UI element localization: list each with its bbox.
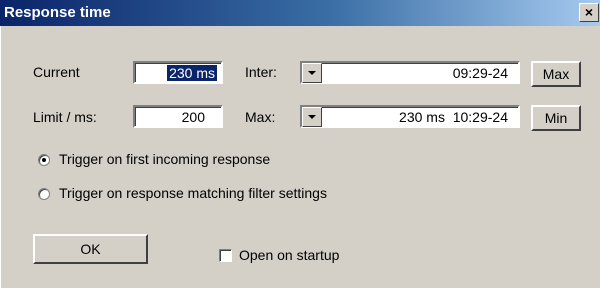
max-button[interactable]: Max <box>531 61 581 87</box>
limit-label: Limit / ms: <box>33 109 97 125</box>
current-label: Current <box>33 64 80 80</box>
radio-first-response[interactable] <box>38 154 50 166</box>
limit-input[interactable]: 200 <box>133 105 223 128</box>
min-button[interactable]: Min <box>531 105 581 131</box>
window-title: Response time <box>4 4 111 21</box>
close-icon: × <box>584 4 594 20</box>
current-field: 230 ms <box>133 61 223 84</box>
radio-first-response-label[interactable]: Trigger on first incoming response <box>59 151 270 167</box>
current-value: 230 ms <box>167 65 217 81</box>
open-on-startup-checkbox[interactable] <box>219 249 232 262</box>
radio-filter-matching-label[interactable]: Trigger on response matching filter sett… <box>59 185 327 201</box>
max-label: Max: <box>245 109 276 125</box>
dialog-body: Current 230 ms Inter: 09:29-24 Max Limit… <box>0 26 600 288</box>
radio-filter-matching[interactable] <box>38 188 50 200</box>
inter-dropdown-button[interactable] <box>302 63 322 83</box>
ok-button[interactable]: OK <box>33 234 148 264</box>
inter-value: 09:29-24 <box>452 65 508 81</box>
open-on-startup-label[interactable]: Open on startup <box>239 247 339 263</box>
max-value: 230 ms 10:29-24 <box>399 109 508 125</box>
min-button-label: Min <box>544 110 568 126</box>
max-button-label: Max <box>542 66 570 82</box>
limit-value: 200 <box>181 109 205 125</box>
max-dropdown-button[interactable] <box>302 107 322 127</box>
title-bar[interactable]: Response time × <box>0 0 600 26</box>
close-button[interactable]: × <box>579 3 599 22</box>
max-combo[interactable]: 230 ms 10:29-24 <box>300 105 520 128</box>
ok-button-label: OK <box>80 241 101 257</box>
inter-combo[interactable]: 09:29-24 <box>300 61 520 84</box>
inter-label: Inter: <box>245 64 277 80</box>
